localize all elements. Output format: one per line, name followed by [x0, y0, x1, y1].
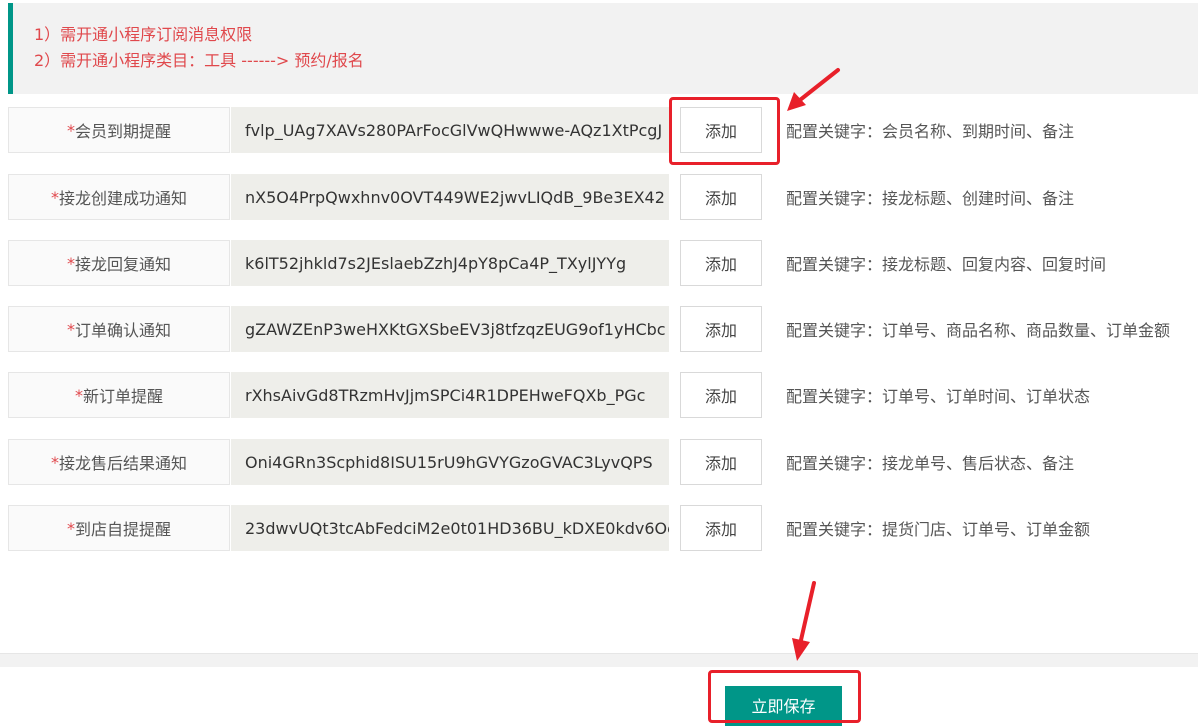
arrow-to-save-icon	[792, 581, 816, 661]
annotation-arrows	[787, 68, 840, 661]
arrow-to-add-icon	[787, 68, 840, 111]
